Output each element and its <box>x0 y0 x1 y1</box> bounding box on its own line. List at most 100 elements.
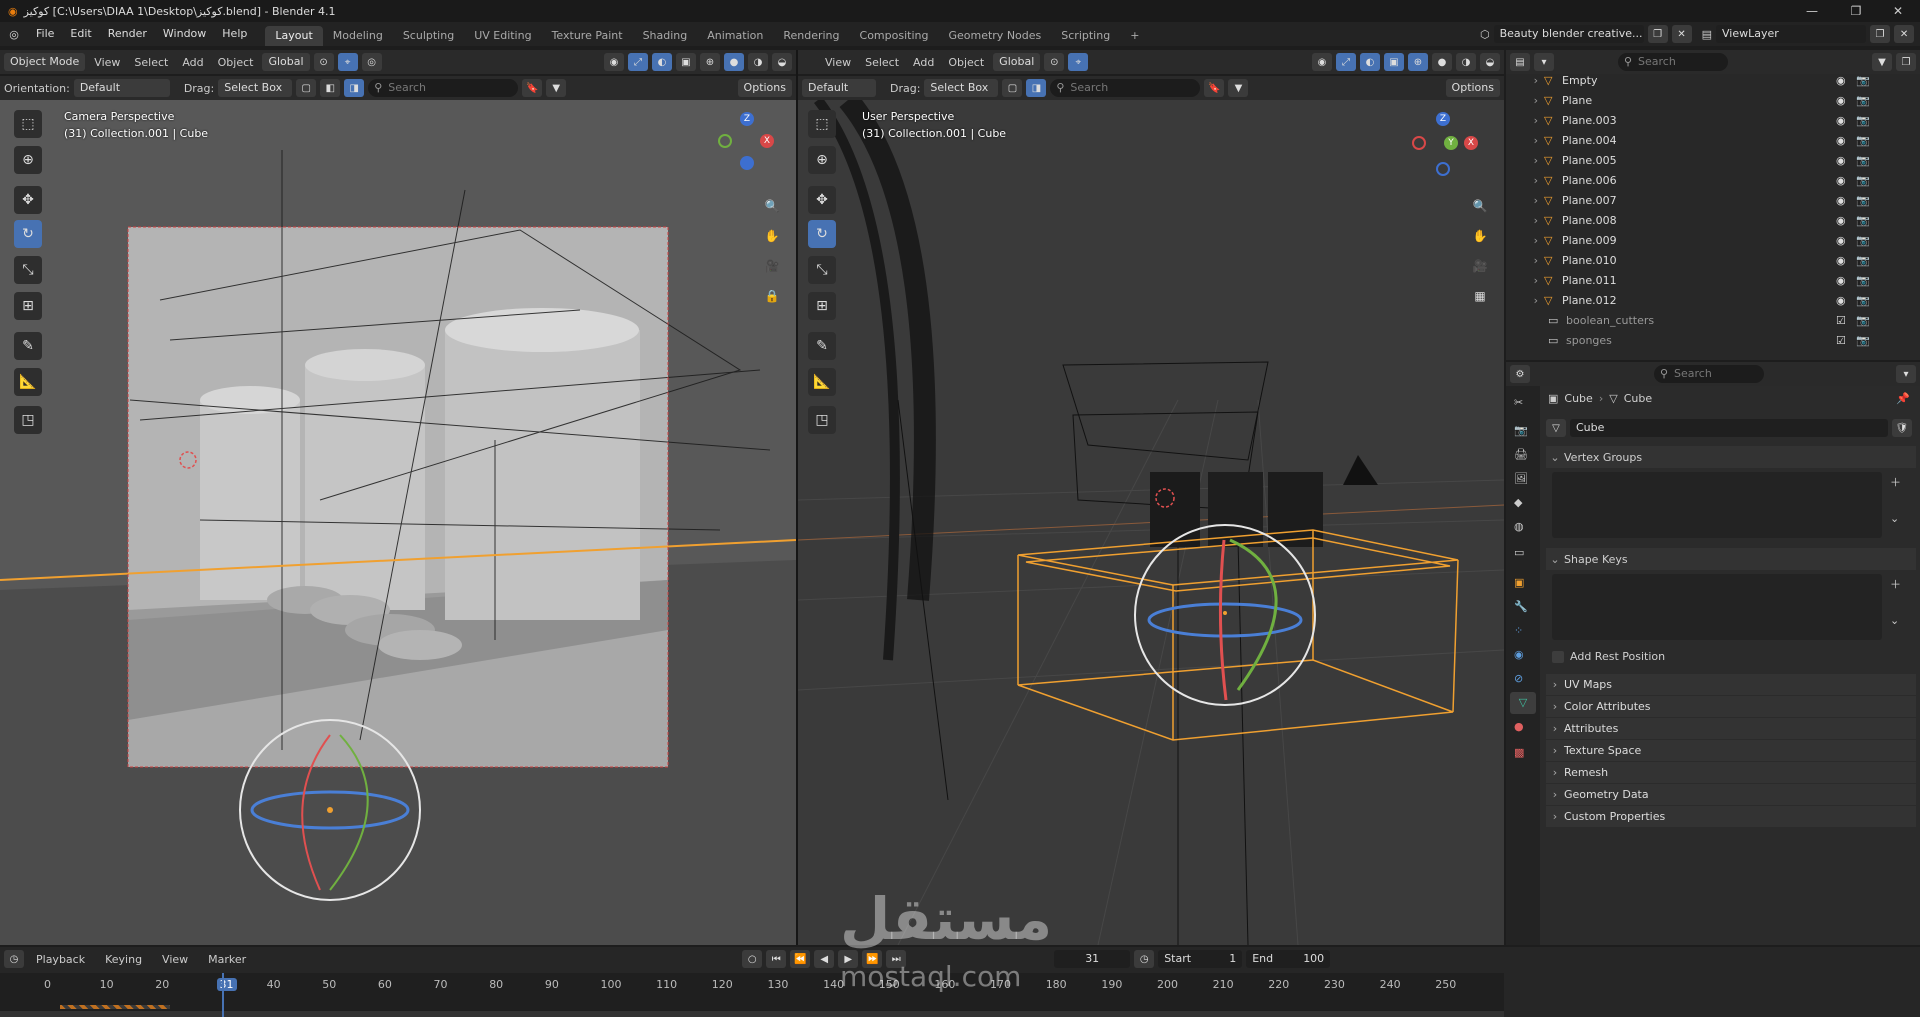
visibility-eye-icon[interactable]: ◉ <box>1836 154 1856 167</box>
filter-icon[interactable]: ▼ <box>546 79 567 97</box>
property-section-header[interactable]: › Texture Space <box>1546 740 1916 761</box>
render-camera-icon[interactable]: 📷 <box>1856 154 1876 167</box>
scene-tab-icon[interactable]: ◆ <box>1514 496 1522 509</box>
current-frame-field[interactable]: 31 <box>1054 950 1131 968</box>
right-measure-tool[interactable]: 📐 <box>808 368 836 396</box>
pan-hand-icon[interactable]: ✋ <box>760 224 784 248</box>
timeline-scrollbar[interactable] <box>0 1011 1504 1017</box>
tab-compositing[interactable]: Compositing <box>850 26 939 46</box>
expand-arrow-icon[interactable]: › <box>1506 94 1544 107</box>
render-camera-icon[interactable]: 📷 <box>1856 174 1876 187</box>
menu-edit[interactable]: Edit <box>62 22 99 46</box>
gizmo-neg-z-axis[interactable] <box>740 156 754 170</box>
delete-view-layer-icon[interactable]: ✕ <box>1894 25 1915 43</box>
outliner-item-label[interactable]: Plane.009 <box>1562 234 1617 247</box>
visibility-eye-icon[interactable]: ◉ <box>1836 174 1856 187</box>
visibility-eye-icon[interactable]: ◉ <box>1836 114 1856 127</box>
modifier-tab-icon[interactable]: 🔧 <box>1514 600 1528 613</box>
outliner-item-label[interactable]: Plane.005 <box>1562 154 1617 167</box>
collection-tab-icon[interactable]: ▭ <box>1514 546 1524 559</box>
outliner-row[interactable]: › ▽ Plane.008 ◉ 📷 <box>1506 210 1876 230</box>
add-workspace-button[interactable]: + <box>1120 26 1149 46</box>
select-extend-icon[interactable]: ◧ <box>320 79 341 97</box>
right-menu-add[interactable]: Add <box>908 56 939 69</box>
particles-tab-icon[interactable]: ⁘ <box>1514 624 1523 637</box>
gizmo-y-axis[interactable] <box>718 134 732 148</box>
right-transform-tool[interactable]: ⊞ <box>808 292 836 320</box>
right-pivot-icon[interactable]: ⊙ <box>1044 53 1065 71</box>
measure-tool[interactable]: 📐 <box>14 368 42 396</box>
outliner-item-label[interactable]: Plane <box>1562 94 1592 107</box>
output-tab-icon[interactable]: 🖨 <box>1514 448 1528 461</box>
outliner-row[interactable]: › ▽ Plane.012 ◉ 📷 <box>1506 290 1876 310</box>
tab-texture-paint[interactable]: Texture Paint <box>542 26 633 46</box>
new-scene-icon[interactable]: ❐ <box>1647 25 1668 43</box>
select-mode-icon[interactable]: ▢ <box>296 79 317 97</box>
tab-rendering[interactable]: Rendering <box>773 26 849 46</box>
outliner-item-label[interactable]: Plane.004 <box>1562 134 1617 147</box>
vertex-groups-header[interactable]: ⌄ Vertex Groups <box>1546 446 1916 468</box>
add-vertex-group-icon[interactable]: ＋ <box>1890 474 1901 490</box>
right-gizmo-neg-x-axis[interactable] <box>1412 136 1426 150</box>
right-gizmo-neg-z-axis[interactable] <box>1436 162 1450 176</box>
render-camera-icon[interactable]: 📷 <box>1856 214 1876 227</box>
property-section-header[interactable]: › Remesh <box>1546 762 1916 783</box>
vertex-groups-list[interactable] <box>1552 472 1882 538</box>
menu-file[interactable]: File <box>28 22 62 46</box>
tab-scripting[interactable]: Scripting <box>1051 26 1120 46</box>
gizmo-x-axis[interactable]: X <box>760 134 774 148</box>
right-select-mode-icon[interactable]: ▢ <box>1002 79 1023 97</box>
tool-tab-icon[interactable]: ✂ <box>1514 396 1523 409</box>
expand-arrow-icon[interactable]: › <box>1506 294 1544 307</box>
right-ortho-toggle-icon[interactable]: ▦ <box>1468 284 1492 308</box>
outliner-row[interactable]: › ▽ Empty ◉ 📷 <box>1506 70 1876 90</box>
view-layer-selector[interactable]: ViewLayer <box>1716 25 1867 43</box>
menu-render[interactable]: Render <box>100 22 155 46</box>
blender-menu-icon[interactable]: ◎ <box>0 28 28 41</box>
right-zoom-icon[interactable]: 🔍 <box>1468 194 1492 218</box>
right-rendered-shading-icon[interactable]: ◒ <box>1480 53 1500 71</box>
right-overlay-toggle-icon[interactable]: ◐ <box>1360 53 1380 71</box>
overlay-toggle-icon[interactable]: ◐ <box>652 53 672 71</box>
expand-arrow-icon[interactable]: › <box>1506 134 1544 147</box>
world-tab-icon[interactable]: ◍ <box>1514 520 1524 533</box>
visibility-eye-icon[interactable]: ◉ <box>1836 274 1856 287</box>
render-camera-icon[interactable]: 📷 <box>1856 74 1876 87</box>
xray-icon[interactable]: ▣ <box>676 53 696 71</box>
right-annotate-tool[interactable]: ✎ <box>808 332 836 360</box>
outliner-item-label[interactable]: boolean_cutters <box>1566 314 1654 327</box>
mode-selector[interactable]: Object Mode <box>4 53 86 71</box>
right-cursor-tool[interactable]: ⊕ <box>808 146 836 174</box>
move-tool[interactable]: ✥ <box>14 186 42 214</box>
fake-user-shield-icon[interactable]: 🛡 <box>1892 419 1912 437</box>
start-frame-field[interactable]: Start 1 <box>1158 950 1243 968</box>
pivot-icon[interactable]: ⊙ <box>313 53 334 71</box>
visibility-eye-icon[interactable]: ◉ <box>1836 294 1856 307</box>
view-layer-tab-icon[interactable]: 🖼 <box>1514 472 1528 485</box>
outliner-row[interactable]: › ▽ Plane.003 ◉ 📷 <box>1506 110 1876 130</box>
right-rotate-tool[interactable]: ↻ <box>808 220 836 248</box>
right-gizmo-toggle-icon[interactable]: ⤢ <box>1336 53 1356 71</box>
add-cube-tool[interactable]: ◳ <box>14 406 42 434</box>
render-camera-icon[interactable]: 📷 <box>1856 254 1876 267</box>
maximize-button[interactable]: ❐ <box>1834 0 1878 22</box>
property-section-header[interactable]: › Color Attributes <box>1546 696 1916 717</box>
outliner-row[interactable]: › ▽ Plane.010 ◉ 📷 <box>1506 250 1876 270</box>
expand-arrow-icon[interactable]: › <box>1506 274 1544 287</box>
properties-editor-type-icon[interactable]: ⚙ <box>1510 365 1530 383</box>
gizmo-toggle-icon[interactable]: ⤢ <box>628 53 648 71</box>
left-menu-object[interactable]: Object <box>213 56 259 69</box>
timeline-menu-playback[interactable]: Playback <box>28 953 93 966</box>
right-orientation-dropdown[interactable]: Default <box>802 79 876 97</box>
left-menu-add[interactable]: Add <box>177 56 208 69</box>
left-viewport[interactable]: Camera Perspective (31) Collection.001 |… <box>0 100 796 945</box>
right-viewport[interactable]: User Perspective (31) Collection.001 | C… <box>798 100 1504 945</box>
expand-arrow-icon[interactable]: › <box>1506 114 1544 127</box>
right-visibility-icon[interactable]: ◉ <box>1312 53 1332 71</box>
tab-shading[interactable]: Shading <box>633 26 698 46</box>
orientation-dropdown[interactable]: Default <box>73 79 170 97</box>
left-options-button[interactable]: Options <box>737 79 792 97</box>
outliner-row[interactable]: ▭ boolean_cutters ☑ 📷 <box>1506 310 1876 330</box>
select-box-tool[interactable]: ⬚ <box>14 110 42 138</box>
properties-options-icon[interactable]: ▾ <box>1896 365 1916 383</box>
